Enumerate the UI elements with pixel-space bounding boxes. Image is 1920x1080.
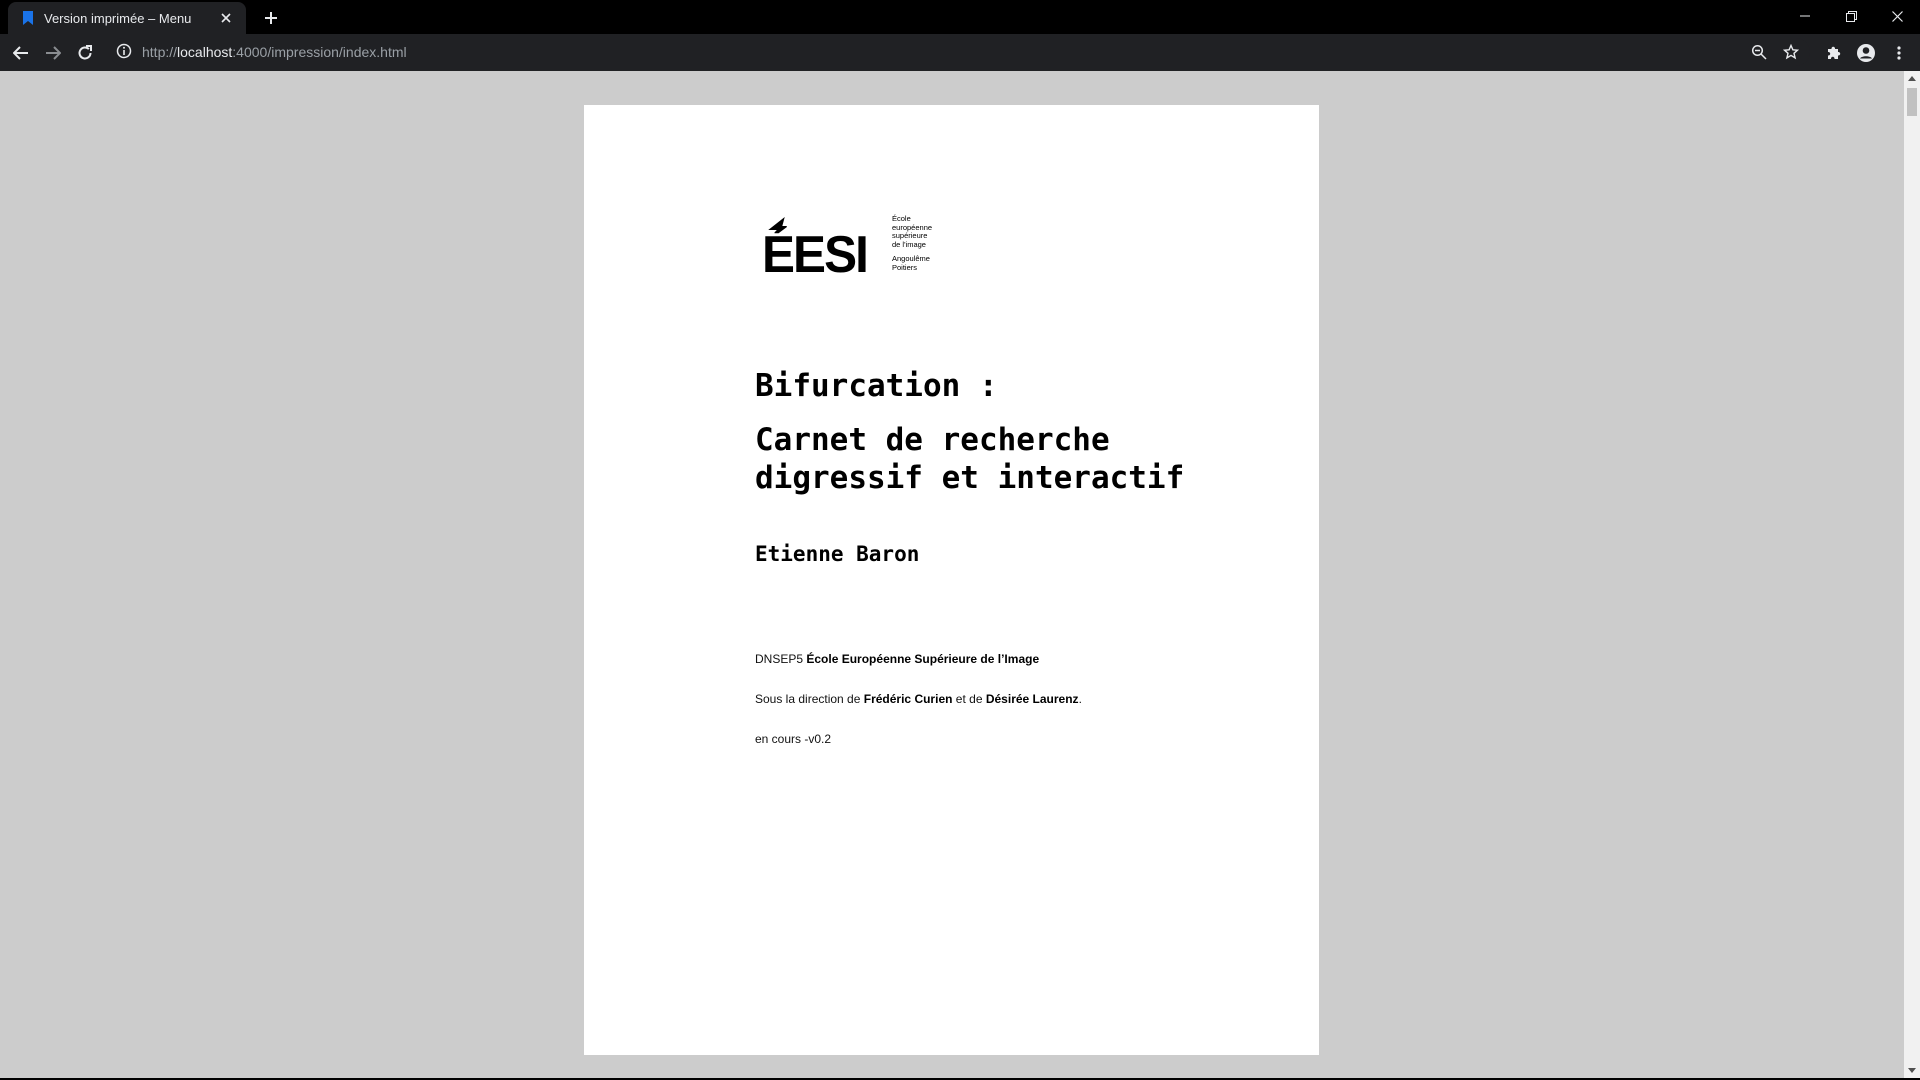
reload-button[interactable]	[72, 40, 98, 66]
degree-label: DNSEP5	[755, 652, 804, 666]
scroll-up-button[interactable]	[1904, 71, 1920, 85]
reload-icon	[78, 45, 92, 60]
profile-button[interactable]	[1853, 40, 1879, 66]
info-icon[interactable]	[116, 43, 134, 61]
close-icon[interactable]	[216, 8, 236, 28]
logo-line: de l'image	[892, 239, 926, 249]
star-icon[interactable]	[1778, 39, 1804, 65]
arrow-left-icon	[13, 46, 28, 60]
back-button[interactable]	[8, 40, 34, 66]
page-viewport[interactable]: ÉESI École européenne supérieure de l'im…	[0, 71, 1904, 1078]
new-tab-button[interactable]	[258, 6, 284, 32]
document-author: Etienne Baron	[755, 542, 920, 566]
document-title: Bifurcation :	[755, 368, 998, 404]
logo-location-line: Poitiers	[892, 262, 918, 272]
kebab-menu-icon	[1897, 46, 1901, 60]
window-close-button[interactable]	[1874, 0, 1920, 32]
minimize-button[interactable]	[1782, 0, 1828, 32]
close-icon	[1891, 10, 1903, 22]
puzzle-icon	[1828, 46, 1841, 59]
version-status: en cours -v0.2	[755, 732, 832, 746]
url-text: http://localhost:4000/impression/index.h…	[142, 44, 407, 60]
restore-icon	[1845, 10, 1857, 22]
tab-title: Version imprimée – Menu	[44, 10, 192, 26]
extensions-button[interactable]	[1821, 40, 1847, 66]
minimize-icon	[1800, 15, 1810, 17]
degree-line: DNSEP5 École Européenne Supérieure de l’…	[755, 652, 1039, 666]
document-subtitle: Carnet de recherche digressif et interac…	[755, 422, 1185, 496]
direction-line: Sous la direction de Frédéric Curien et …	[755, 692, 1082, 706]
director-name: Frédéric Curien	[863, 692, 953, 706]
arrow-right-icon	[46, 46, 61, 60]
address-bar[interactable]: http://localhost:4000/impression/index.h…	[110, 38, 1810, 66]
scroll-down-button[interactable]	[1904, 1063, 1920, 1077]
school-name: École Européenne Supérieure de l’Image	[806, 652, 1040, 666]
profile-icon	[1857, 44, 1875, 62]
browser-menu-button[interactable]	[1886, 40, 1912, 66]
plus-icon	[264, 10, 278, 29]
director-name: Désirée Laurenz	[985, 692, 1079, 706]
browser-tab[interactable]: Version imprimée – Menu	[8, 2, 246, 34]
eesi-logo: ÉESI École européenne supérieure de l'im…	[762, 209, 952, 284]
bookmark-icon	[22, 10, 36, 26]
triangle-up-icon	[1908, 75, 1916, 81]
vertical-scrollbar[interactable]	[1904, 71, 1920, 1078]
zoom-icon[interactable]	[1746, 39, 1772, 65]
logo-tagline: École européenne supérieure de l'image A…	[892, 214, 932, 273]
triangle-down-icon	[1908, 1067, 1916, 1073]
forward-button[interactable]	[40, 40, 66, 66]
scrollbar-thumb[interactable]	[1907, 88, 1917, 116]
restore-button[interactable]	[1828, 0, 1874, 32]
tab-strip: Version imprimée – Menu	[0, 0, 1920, 34]
browser-toolbar: http://localhost:4000/impression/index.h…	[0, 34, 1920, 71]
logo-wordmark: ÉESI	[762, 226, 869, 284]
print-page: ÉESI École européenne supérieure de l'im…	[584, 105, 1319, 1055]
